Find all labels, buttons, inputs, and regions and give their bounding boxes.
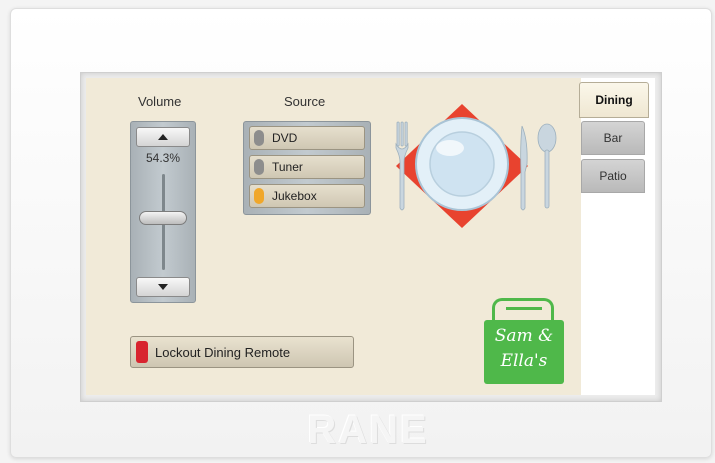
- arrow-up-icon: [158, 134, 168, 140]
- volume-down-button[interactable]: [136, 277, 190, 297]
- lockout-label: Lockout Dining Remote: [155, 345, 291, 360]
- plate-highlight: [436, 140, 464, 156]
- tab-bar-label: Bar: [603, 131, 623, 145]
- source-tuner-button[interactable]: Tuner: [249, 155, 365, 179]
- tab-patio-label: Patio: [599, 169, 627, 183]
- logo-box: Sam & Ella's: [484, 320, 564, 384]
- tab-dining[interactable]: Dining: [579, 82, 649, 118]
- volume-up-button[interactable]: [136, 127, 190, 147]
- source-selector: DVD Tuner Jukebox: [243, 121, 371, 215]
- tab-bar[interactable]: Bar: [581, 121, 645, 155]
- knife-icon: [520, 125, 528, 211]
- source-jukebox-button[interactable]: Jukebox: [249, 184, 365, 208]
- spoon-icon: [537, 123, 557, 209]
- volume-label: Volume: [138, 94, 182, 109]
- brand-logo: RANE: [307, 407, 429, 452]
- source-jukebox-label: Jukebox: [272, 189, 317, 203]
- source-label: Source: [284, 94, 326, 109]
- lockout-button[interactable]: Lockout Dining Remote: [130, 336, 354, 368]
- logo-handle-bar: [506, 307, 542, 310]
- source-tuner-label: Tuner: [272, 160, 303, 174]
- volume-control: 54.3%: [130, 121, 196, 303]
- plate-setting-icon: [395, 104, 557, 228]
- volume-slider-thumb[interactable]: [139, 210, 187, 225]
- arrow-down-icon: [158, 284, 168, 290]
- logo-line-2: Ella's: [500, 351, 548, 371]
- source-dvd-indicator: [254, 130, 264, 146]
- volume-readout: 54.3%: [145, 151, 181, 165]
- source-tuner-indicator: [254, 159, 264, 175]
- logo-line-1: Sam &: [494, 326, 554, 346]
- plate-inner: [429, 131, 495, 197]
- source-dvd-label: DVD: [272, 131, 298, 145]
- source-jukebox-indicator: [254, 188, 264, 204]
- restaurant-logo: Sam & Ella's: [484, 298, 564, 384]
- source-dvd-button[interactable]: DVD: [249, 126, 365, 150]
- lockout-indicator: [136, 341, 148, 363]
- tab-patio[interactable]: Patio: [581, 159, 645, 193]
- tab-dining-label: Dining: [595, 93, 633, 107]
